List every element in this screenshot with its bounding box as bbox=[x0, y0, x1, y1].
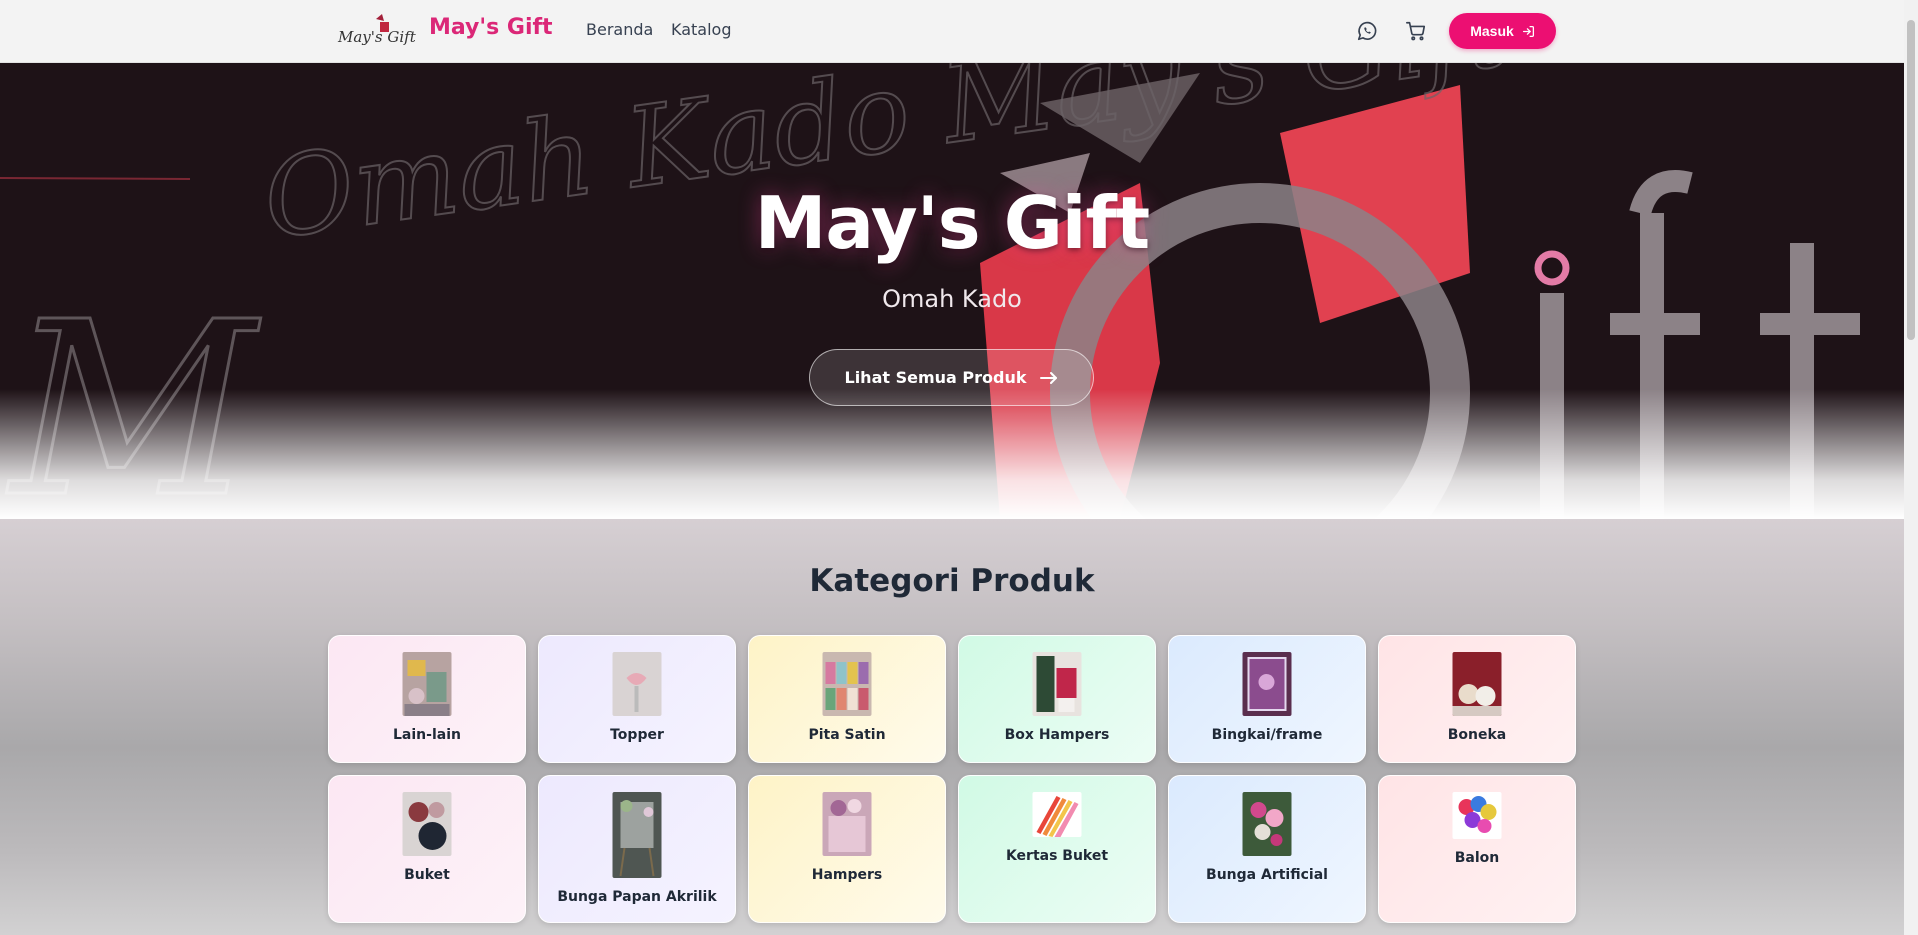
category-label: Hampers bbox=[811, 867, 883, 883]
login-button-label: Masuk bbox=[1470, 23, 1514, 39]
category-section: Kategori Produk Lain-lain Topper Pita Sa… bbox=[0, 519, 1904, 935]
category-thumb-lain-lain bbox=[402, 652, 452, 716]
category-label: Bingkai/frame bbox=[1211, 727, 1323, 743]
category-card-topper[interactable]: Topper bbox=[538, 635, 736, 763]
category-card-pita-satin[interactable]: Pita Satin bbox=[748, 635, 946, 763]
category-label: Boneka bbox=[1447, 727, 1507, 743]
category-thumb-bunga-artificial bbox=[1242, 792, 1292, 856]
category-label: Topper bbox=[610, 727, 664, 743]
page-scrollbar[interactable] bbox=[1904, 0, 1918, 935]
category-thumb-balon bbox=[1452, 792, 1502, 839]
category-label: Kertas Buket bbox=[1005, 848, 1109, 864]
login-icon bbox=[1522, 25, 1534, 37]
category-thumb-buket bbox=[402, 792, 452, 856]
category-thumb-hampers bbox=[822, 792, 872, 856]
login-button[interactable]: Masuk bbox=[1449, 13, 1556, 49]
category-label: Bunga Artificial bbox=[1206, 867, 1328, 883]
category-card-balon[interactable]: Balon bbox=[1378, 775, 1576, 923]
category-card-box-hampers[interactable]: Box Hampers bbox=[958, 635, 1156, 763]
category-card-lain-lain[interactable]: Lain-lain bbox=[328, 635, 526, 763]
category-card-bunga-artificial[interactable]: Bunga Artificial bbox=[1168, 775, 1366, 923]
nav-link-katalog[interactable]: Katalog bbox=[671, 20, 731, 39]
hero-fade-overlay bbox=[0, 389, 1904, 519]
category-thumb-pita-satin bbox=[822, 652, 872, 716]
brand-name[interactable]: May's Gift bbox=[429, 15, 553, 40]
logo-image[interactable]: May's Gift bbox=[336, 13, 418, 49]
category-label: Bunga Papan Akrilik bbox=[557, 889, 717, 905]
category-section-title: Kategori Produk bbox=[809, 563, 1095, 599]
category-label: Box Hampers bbox=[1004, 727, 1110, 743]
category-card-bingkai-frame[interactable]: Bingkai/frame bbox=[1168, 635, 1366, 763]
category-card-bunga-papan-akrilik[interactable]: Bunga Papan Akrilik bbox=[538, 775, 736, 923]
category-thumb-kertas-buket bbox=[1032, 792, 1082, 837]
category-thumb-box-hampers bbox=[1032, 652, 1082, 716]
category-thumb-bingkai-frame bbox=[1242, 652, 1292, 716]
category-label: Balon bbox=[1454, 850, 1500, 866]
view-all-products-label: Lihat Semua Produk bbox=[844, 368, 1027, 387]
view-all-products-button[interactable]: Lihat Semua Produk bbox=[809, 349, 1094, 406]
category-label: Lain-lain bbox=[393, 727, 461, 743]
category-card-hampers[interactable]: Hampers bbox=[748, 775, 946, 923]
category-label: Buket bbox=[404, 867, 450, 883]
category-thumb-bunga-papan-akrilik bbox=[612, 792, 662, 878]
arrow-right-icon bbox=[1040, 371, 1058, 384]
cart-icon[interactable] bbox=[1403, 18, 1429, 44]
hero-subtitle: Omah Kado bbox=[882, 285, 1022, 313]
whatsapp-icon[interactable] bbox=[1354, 18, 1380, 44]
category-thumb-boneka bbox=[1452, 652, 1502, 716]
nav-link-beranda[interactable]: Beranda bbox=[586, 20, 653, 39]
category-thumb-topper bbox=[612, 652, 662, 716]
category-card-boneka[interactable]: Boneka bbox=[1378, 635, 1576, 763]
hero-section: Omah Kado May's Gift M May's Gift Omah K… bbox=[0, 63, 1904, 519]
navbar: May's Gift May's Gift Beranda Katalog Ma… bbox=[0, 0, 1904, 63]
category-card-kertas-buket[interactable]: Kertas Buket bbox=[958, 775, 1156, 923]
scrollbar-thumb[interactable] bbox=[1907, 20, 1915, 340]
category-label: Pita Satin bbox=[808, 727, 886, 743]
category-card-buket[interactable]: Buket bbox=[328, 775, 526, 923]
hero-title: May's Gift bbox=[754, 181, 1150, 265]
logo-text: May's Gift bbox=[337, 28, 417, 46]
